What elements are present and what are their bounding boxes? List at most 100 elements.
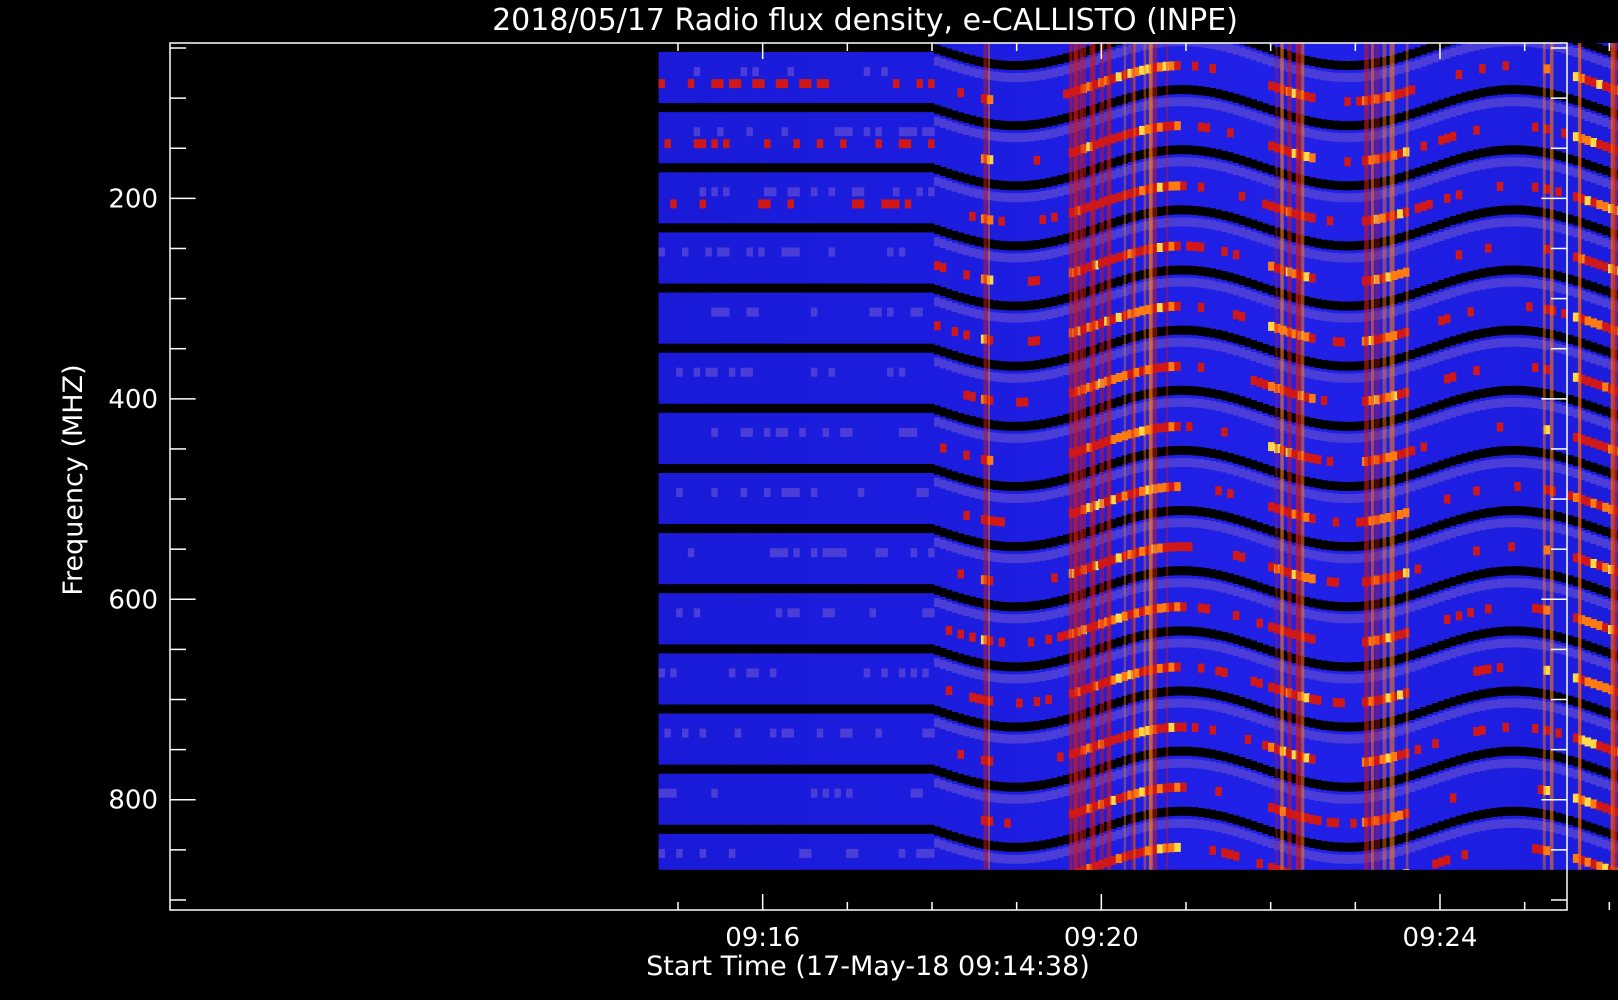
heatmap-cell xyxy=(1420,201,1427,211)
heatmap-cell xyxy=(676,403,683,413)
heatmap-cell xyxy=(1531,447,1539,457)
heatmap-cell xyxy=(1244,49,1252,59)
heatmap-cell xyxy=(682,644,689,654)
heatmap-cell xyxy=(986,455,994,465)
heatmap-cell xyxy=(746,668,753,678)
heatmap-cell xyxy=(758,223,765,233)
heatmap-cell xyxy=(1232,635,1240,645)
heatmap-cell xyxy=(764,403,771,413)
heatmap-cell xyxy=(1033,781,1041,791)
heatmap-cell xyxy=(1227,128,1234,138)
heatmap-cell xyxy=(1443,470,1451,480)
heatmap-cell xyxy=(1584,412,1592,422)
heatmap-cell xyxy=(1420,658,1427,668)
heatmap-cell xyxy=(787,103,794,113)
heatmap-cell xyxy=(711,79,718,89)
heatmap-cell xyxy=(1350,481,1357,491)
heatmap-cell xyxy=(893,824,900,834)
heatmap-cell xyxy=(1168,362,1175,372)
heatmap-cell xyxy=(1180,578,1187,588)
heatmap-cell xyxy=(1180,325,1187,335)
heatmap-cell xyxy=(1496,422,1504,432)
heatmap-cell xyxy=(1473,486,1480,496)
heatmap-cell xyxy=(810,644,818,654)
heatmap-cell xyxy=(1238,215,1246,225)
heatmap-cell xyxy=(1332,613,1340,623)
heatmap-cell xyxy=(1238,528,1246,538)
heatmap-cell xyxy=(922,824,929,834)
heatmap-cell xyxy=(1186,337,1193,347)
heatmap-cell xyxy=(1584,196,1592,206)
heatmap-cell xyxy=(1004,253,1011,263)
heatmap-cell xyxy=(664,343,671,353)
heatmap-cell xyxy=(687,103,695,113)
heatmap-cell xyxy=(1250,821,1257,831)
heatmap-cell xyxy=(1356,313,1363,323)
heatmap-cell xyxy=(1021,373,1029,383)
heatmap-cell xyxy=(881,403,888,413)
heatmap-cell xyxy=(1485,327,1492,337)
heatmap-cell xyxy=(740,403,748,413)
heatmap-cell xyxy=(1320,732,1328,742)
heatmap-cell xyxy=(1356,674,1363,683)
heatmap-cell xyxy=(1180,638,1187,648)
heatmap-cell xyxy=(1232,45,1240,55)
heatmap-cell xyxy=(816,103,824,113)
heatmap-cell xyxy=(1531,808,1539,818)
heatmap-cell xyxy=(1238,288,1246,298)
heatmap-cell xyxy=(1526,446,1533,456)
heatmap-cell xyxy=(693,163,701,173)
heatmap-cell xyxy=(1309,117,1316,127)
heatmap-cell xyxy=(1473,366,1480,376)
heatmap-cell xyxy=(1033,372,1041,382)
heatmap-cell xyxy=(1508,458,1515,467)
heatmap-cell xyxy=(1221,583,1228,593)
heatmap-cell xyxy=(1596,657,1603,667)
heatmap-cell xyxy=(775,223,783,233)
heatmap-cell xyxy=(1180,806,1187,816)
heatmap-cell xyxy=(857,764,865,774)
heatmap-cell xyxy=(1596,500,1603,510)
heatmap-cell xyxy=(705,163,712,173)
heatmap-cell xyxy=(1063,125,1070,135)
heatmap-cell xyxy=(934,405,941,415)
heatmap-cell xyxy=(1408,662,1416,672)
heatmap-cell xyxy=(1567,767,1574,777)
heatmap-cell xyxy=(881,548,888,558)
heatmap-cell xyxy=(1438,592,1445,602)
heatmap-cell xyxy=(1356,879,1363,888)
heatmap-cell xyxy=(1209,461,1216,470)
heatmap-cell xyxy=(887,764,894,774)
heatmap-cell xyxy=(1596,164,1603,174)
heatmap-cell xyxy=(1027,733,1035,743)
heatmap-cell xyxy=(1268,442,1275,452)
heatmap-cell xyxy=(963,246,970,256)
heatmap-cell xyxy=(705,247,712,257)
heatmap-cell xyxy=(1051,308,1058,318)
heatmap-cell xyxy=(1496,326,1504,336)
heatmap-cell xyxy=(1215,486,1222,496)
heatmap-cell xyxy=(1115,156,1123,166)
heatmap-cell xyxy=(840,584,847,594)
heatmap-cell xyxy=(1016,554,1023,564)
heatmap-cell xyxy=(1555,163,1562,173)
heatmap-cell xyxy=(1197,759,1205,769)
heatmap-cell xyxy=(1473,522,1480,532)
heatmap-cell xyxy=(1315,419,1322,429)
heatmap-cell xyxy=(699,524,707,534)
heatmap-cell xyxy=(875,283,882,293)
heatmap-cell xyxy=(1590,462,1597,472)
heatmap-cell xyxy=(1326,601,1334,611)
heatmap-cell xyxy=(951,471,959,481)
heatmap-cell xyxy=(887,163,894,173)
heatmap-cell xyxy=(1238,336,1246,346)
heatmap-cell xyxy=(682,43,689,52)
heatmap-cell xyxy=(1010,854,1017,864)
heatmap-cell xyxy=(881,824,888,834)
heatmap-cell xyxy=(1485,219,1492,229)
heatmap-cell xyxy=(1063,474,1070,484)
heatmap-cell xyxy=(699,199,707,209)
heatmap-cell xyxy=(1397,534,1404,543)
heatmap-cell xyxy=(1584,520,1592,530)
heatmap-cell xyxy=(1039,840,1046,850)
